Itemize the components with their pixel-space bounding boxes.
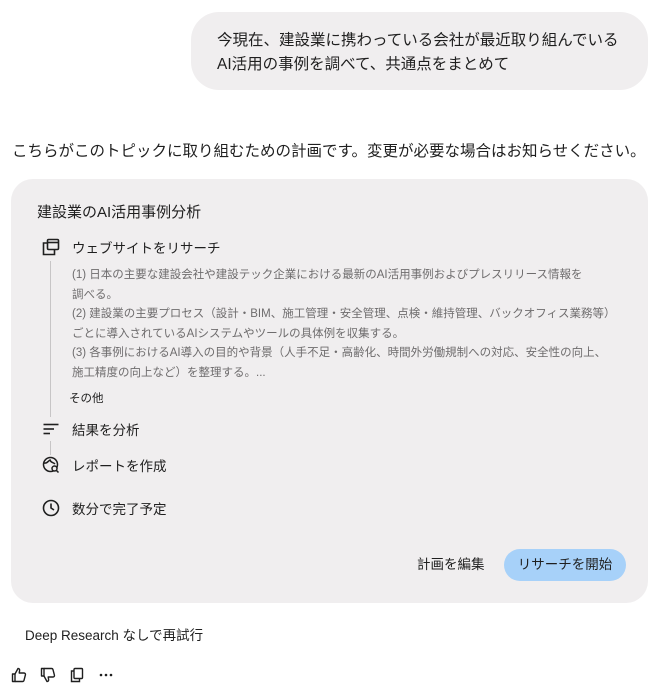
user-message-bubble: 今現在、建設業に携わっている会社が最近取り組んでいる AI活用の事例を調べて、共… [191, 12, 648, 90]
more-icon[interactable] [97, 666, 115, 684]
web-research-icon [41, 237, 61, 257]
plan-detail-line: (3) 各事例におけるAI導入の目的や背景（人手不足・高齢化、時間外労働規制への… [72, 347, 607, 359]
plan-step-label: 結果を分析 [72, 423, 140, 438]
thumbs-down-icon[interactable] [39, 666, 57, 684]
response-actions [10, 666, 126, 684]
plan-title: 建設業のAI活用事例分析 [37, 204, 202, 221]
plan-detail-line: (1) 日本の主要な建設会社や建設テック企業における最新のAI活用事例およびプレ… [72, 269, 583, 281]
copy-icon[interactable] [68, 666, 86, 684]
user-message-line: 今現在、建設業に携わっている会社が最近取り組んでいる [217, 32, 619, 49]
plan-detail-line: (2) 建設業の主要プロセス（設計・BIM、施工管理・安全管理、点検・維持管理、… [72, 308, 616, 320]
response-intro: こちらがこのトピックに取り組むための計画です。変更が必要な場合はお知らせください… [12, 143, 646, 160]
plan-step-eta: 数分で完了予定 [41, 498, 167, 518]
research-plan-card: 建設業のAI活用事例分析 ウェブサイトをリサーチ (1) 日本の主要な建設会社や… [11, 179, 648, 603]
clock-icon [41, 498, 61, 518]
plan-detail-line: ごとに導入されているAIシステムやツールの具体例を収集する。 [72, 327, 405, 340]
retry-without-deep-research-button[interactable]: Deep Research なしで再試行 [25, 624, 203, 644]
plan-step-label: ウェブサイトをリサーチ [72, 241, 221, 256]
step-connector-line [50, 441, 51, 455]
plan-more-link[interactable]: その他 [69, 390, 104, 406]
plan-step-label: レポートを作成 [72, 459, 167, 474]
plan-detail-line: 施工精度の向上など）を整理する。... [72, 366, 266, 379]
thumbs-up-icon[interactable] [10, 666, 28, 684]
plan-step-report: レポートを作成 [41, 455, 167, 475]
plan-step-web-research: ウェブサイトをリサーチ [41, 237, 221, 257]
plan-step-analyze: 結果を分析 [41, 419, 140, 439]
step-connector-line [50, 261, 51, 417]
user-message-line: AI活用の事例を調べて、共通点をまとめて [217, 56, 510, 73]
plan-step-label: 数分で完了予定 [72, 502, 167, 517]
edit-plan-button[interactable]: 計画を編集 [405, 549, 497, 581]
report-globe-icon [41, 455, 61, 475]
start-research-button[interactable]: リサーチを開始 [504, 549, 626, 581]
analyze-list-icon [41, 419, 61, 439]
plan-detail-line: 調べる。 [72, 288, 118, 301]
plan-details: (1) 日本の主要な建設会社や建設テック企業における最新のAI活用事例およびプレ… [72, 266, 632, 383]
